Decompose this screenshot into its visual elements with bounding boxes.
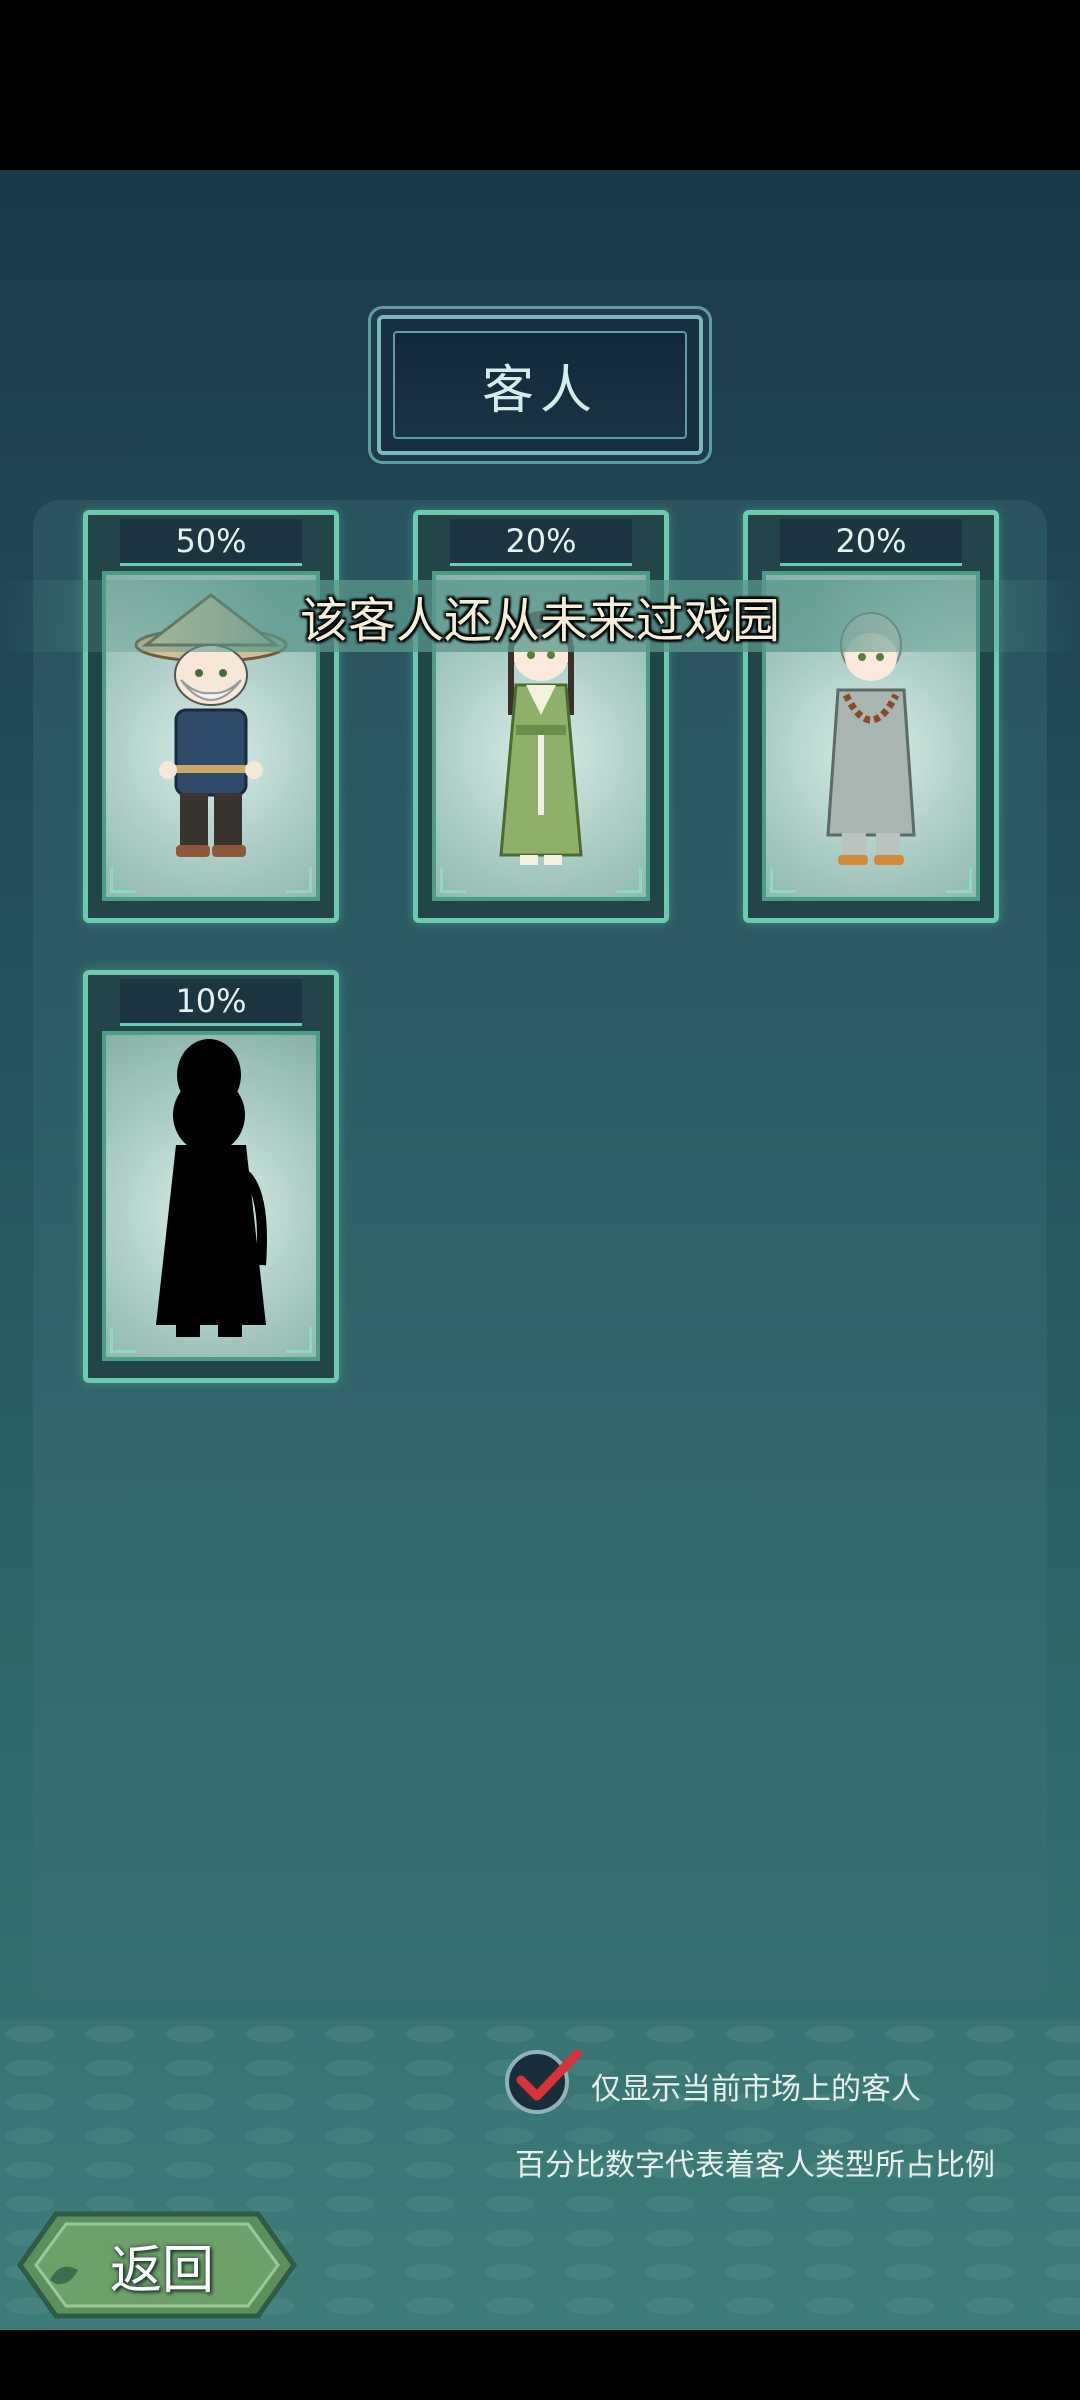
- percent-hint: 百分比数字代表着客人类型所占比例: [515, 2148, 995, 2183]
- game-scene: 客人 50% 20% 20% 10% 该客人还从未来过戏园 仅显示当前市场上的客…: [0, 170, 1080, 2330]
- guest-card[interactable]: 20%: [413, 510, 669, 923]
- filter-label: 仅显示当前市场上的客人: [591, 2072, 921, 2107]
- toast-message: 该客人还从未来过戏园: [299, 593, 780, 649]
- guest-card[interactable]: 50%: [83, 510, 339, 923]
- silhouette-figure: [156, 1039, 267, 1337]
- guest-card-locked[interactable]: 10%: [83, 970, 339, 1383]
- title-plaque: 客人: [377, 315, 703, 455]
- guest-percent: 10%: [120, 979, 302, 1026]
- status-bar: [0, 0, 1080, 170]
- guest-percent: 20%: [780, 519, 962, 566]
- navigation-bar: [0, 2330, 1080, 2400]
- market-filter-toggle[interactable]: 仅显示当前市场上的客人: [505, 2049, 1025, 2120]
- checkmark-icon: [516, 2049, 582, 2101]
- toast-banner: 该客人还从未来过戏园: [0, 580, 1080, 652]
- guest-percent: 50%: [120, 519, 302, 566]
- guest-portrait: [102, 1031, 320, 1361]
- page-title: 客人: [481, 360, 598, 421]
- filter-checkbox[interactable]: [505, 2049, 582, 2114]
- guest-card[interactable]: 20%: [743, 510, 999, 923]
- back-button-label: 返回: [109, 2240, 214, 2301]
- guest-list-panel: 50% 20% 20% 10%: [33, 500, 1047, 2000]
- back-button[interactable]: 返回: [16, 2210, 298, 2320]
- guest-percent: 20%: [450, 519, 632, 566]
